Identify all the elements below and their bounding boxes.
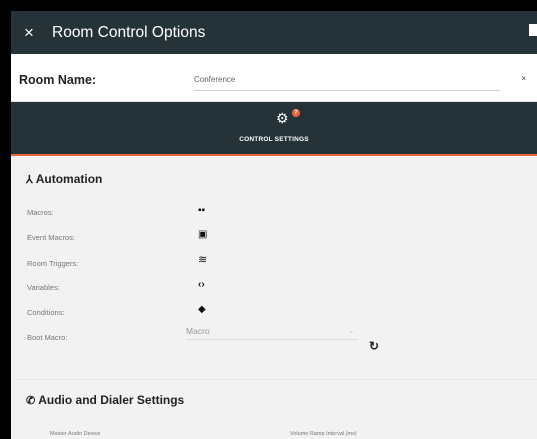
master-audio-device-label: Master Audio Device	[50, 431, 101, 437]
audio-header: ✆ Audio and Dialer Settings	[26, 393, 184, 407]
layers-icon[interactable]: ◆	[198, 305, 206, 315]
automation-icon: ⅄	[26, 173, 33, 186]
refresh-icon[interactable]: ↻	[369, 339, 379, 353]
dialog-title: Room Control Options	[52, 23, 206, 41]
gear-icon: ⚙	[276, 110, 289, 126]
boot-macro-label: Boot Macro:	[27, 333, 68, 342]
volume-ramp-label: Volume Ramp Interval (ms)	[290, 431, 357, 437]
variables-label: Variables:	[27, 283, 60, 292]
automation-title: Automation	[35, 172, 103, 186]
code-icon[interactable]: ‹›	[198, 280, 205, 290]
calendar-icon[interactable]: ▣	[198, 230, 207, 240]
close-icon[interactable]: ×	[24, 24, 46, 41]
title-bar: × Room Control Options	[11, 11, 537, 54]
help-badge-icon[interactable]: ?	[292, 109, 300, 117]
room-triggers-label: Room Triggers:	[27, 259, 79, 268]
room-name-input[interactable]	[194, 68, 500, 91]
chevron-down-icon: ⌄	[348, 329, 354, 335]
event-macros-label: Event Macros:	[27, 233, 75, 242]
audio-title: Audio and Dialer Settings	[38, 393, 185, 407]
automation-header: ⅄ Automation	[26, 172, 102, 186]
room-name-row: Room Name: ×	[11, 54, 537, 102]
dashboard-icon[interactable]: ▪▪	[198, 206, 205, 216]
phone-icon: ✆	[26, 394, 36, 407]
boot-macro-placeholder: Macro	[186, 326, 210, 336]
section-divider	[17, 379, 537, 380]
tab-control-settings[interactable]: ⚙ ? CONTROL SETTINGS	[11, 102, 537, 156]
control-settings-label: CONTROL SETTINGS	[239, 136, 309, 143]
room-control-dialog: × Room Control Options Room Name: × ⚙ ? …	[11, 11, 537, 439]
boot-macro-select[interactable]: Macro ⌄	[186, 326, 358, 340]
room-name-label: Room Name:	[19, 73, 97, 87]
antenna-icon[interactable]: ≋	[198, 255, 207, 266]
conditions-label: Conditions:	[27, 308, 65, 317]
macros-label: Macros:	[27, 208, 54, 217]
clear-room-name-button[interactable]: ×	[521, 74, 526, 83]
settings-panel: ⅄ Automation Macros: ▪▪ Event Macros: ▣ …	[17, 156, 537, 439]
save-icon[interactable]	[529, 24, 537, 36]
